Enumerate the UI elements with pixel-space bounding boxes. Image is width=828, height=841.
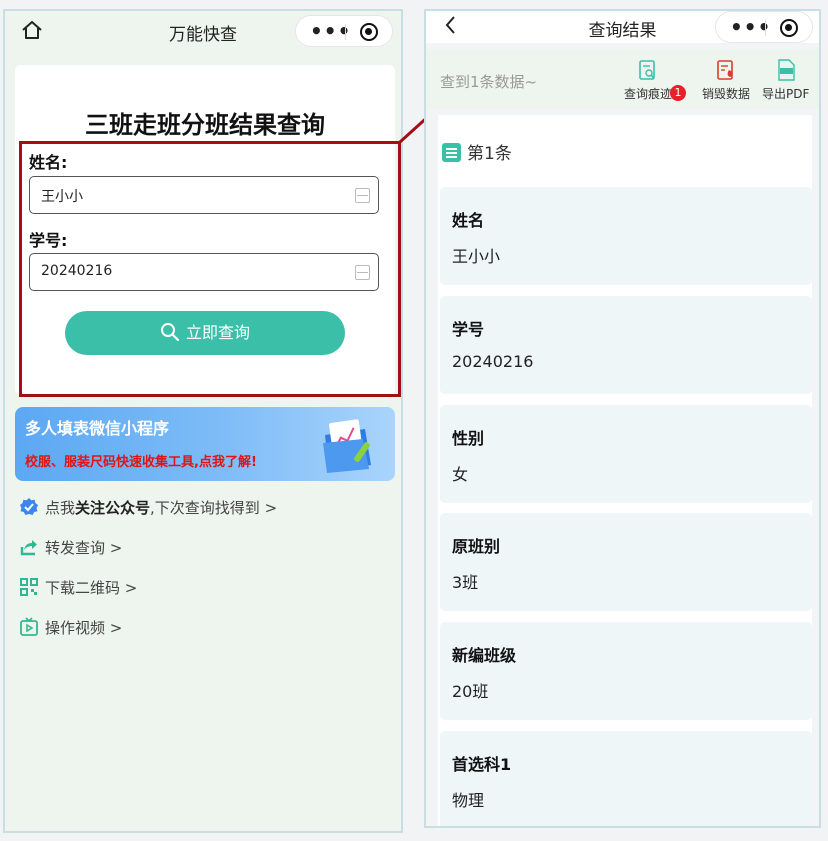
follow-bold: 关注公众号 bbox=[75, 499, 151, 517]
follow-suffix: ,下次查询找得到 > bbox=[150, 499, 278, 517]
highlight-box bbox=[19, 141, 401, 397]
verified-badge-icon bbox=[20, 498, 38, 515]
query-trace-button[interactable]: 查询痕迹 1 bbox=[624, 59, 687, 102]
form-title: 三班走班分班结果查询 bbox=[85, 111, 325, 139]
promo-banner[interactable]: 多人填表微信小程序 校服、服装尺码快速收集工具,点我了解! bbox=[15, 407, 395, 481]
trace-label: 查询痕迹 bbox=[624, 87, 673, 101]
field-card: 新编班级 20班 bbox=[440, 622, 812, 720]
field-value: 20班 bbox=[452, 682, 489, 701]
record-doc-icon bbox=[442, 143, 461, 162]
export-label: 导出PDF bbox=[762, 87, 810, 101]
pdf-file-icon bbox=[777, 59, 795, 81]
export-pdf-button[interactable]: 导出PDF bbox=[762, 59, 809, 102]
video-icon bbox=[20, 617, 38, 636]
destroy-data-button[interactable]: 销毁数据 bbox=[702, 59, 750, 102]
field-key: 姓名 bbox=[452, 211, 485, 230]
field-key: 新编班级 bbox=[452, 646, 517, 665]
field-value: 物理 bbox=[452, 791, 485, 810]
field-key: 性别 bbox=[452, 429, 485, 448]
nav-bar: 万能快查 ••• bbox=[5, 11, 401, 53]
field-key: 原班别 bbox=[452, 537, 501, 556]
mini-program-capsule: ••• bbox=[295, 15, 393, 47]
tutorial-video-link[interactable]: 操作视频 > bbox=[19, 617, 122, 638]
field-card: 学号 20240216 bbox=[440, 296, 812, 394]
record-title: 第1条 bbox=[467, 144, 512, 164]
banner-subtitle: 校服、服装尺码快速收集工具,点我了解! bbox=[25, 455, 257, 470]
capsule-divider bbox=[345, 24, 346, 40]
destroy-icon bbox=[717, 60, 733, 80]
share-label: 转发查询 > bbox=[45, 539, 123, 557]
result-screen: 查询结果 ••• 查到1条数据~ 查询痕迹 1 销毁数据 导出PDF 第1条 姓… bbox=[424, 9, 821, 828]
follow-prefix: 点我 bbox=[45, 499, 76, 517]
field-key: 学号 bbox=[452, 320, 485, 339]
field-card: 姓名 王小小 bbox=[440, 187, 812, 285]
field-value: 20240216 bbox=[452, 352, 534, 371]
banner-title: 多人填表微信小程序 bbox=[25, 419, 170, 438]
record-header: 第1条 bbox=[442, 139, 512, 164]
qrcode-icon bbox=[20, 578, 38, 596]
nav-bar: 查询结果 ••• bbox=[426, 11, 819, 43]
result-count: 查到1条数据~ bbox=[440, 73, 538, 91]
field-value: 女 bbox=[452, 465, 469, 484]
field-value: 3班 bbox=[452, 573, 479, 592]
field-card: 首选科1 物理 bbox=[440, 731, 812, 826]
field-key: 首选科1 bbox=[452, 755, 512, 774]
query-screen: 万能快查 ••• 三班走班分班结果查询 姓名: 王小小 学号: 20240216… bbox=[3, 9, 403, 833]
field-card: 性别 女 bbox=[440, 405, 812, 503]
video-label: 操作视频 > bbox=[45, 619, 123, 637]
result-toolbar: 查到1条数据~ 查询痕迹 1 销毁数据 导出PDF bbox=[426, 49, 819, 109]
destroy-label: 销毁数据 bbox=[702, 87, 751, 101]
capsule-divider bbox=[765, 20, 766, 36]
folder-illustration-icon bbox=[323, 419, 371, 473]
field-value: 王小小 bbox=[452, 247, 501, 266]
trace-badge: 1 bbox=[670, 85, 687, 101]
field-card: 原班别 3班 bbox=[440, 513, 812, 611]
mini-program-capsule: ••• bbox=[715, 11, 813, 43]
trace-icon bbox=[639, 60, 655, 80]
result-list: 第1条 姓名 王小小 学号 20240216 性别 女 原班别 3班 新编班级 … bbox=[438, 115, 812, 826]
follow-official-account-link[interactable]: 点我关注公众号,下次查询找得到 > bbox=[19, 497, 277, 518]
close-target-icon[interactable] bbox=[360, 23, 378, 41]
share-query-link[interactable]: 转发查询 > bbox=[19, 537, 122, 558]
share-icon bbox=[20, 540, 37, 556]
close-target-icon[interactable] bbox=[780, 19, 798, 37]
qrcode-label: 下载二维码 > bbox=[45, 579, 138, 597]
download-qrcode-link[interactable]: 下载二维码 > bbox=[19, 577, 137, 598]
